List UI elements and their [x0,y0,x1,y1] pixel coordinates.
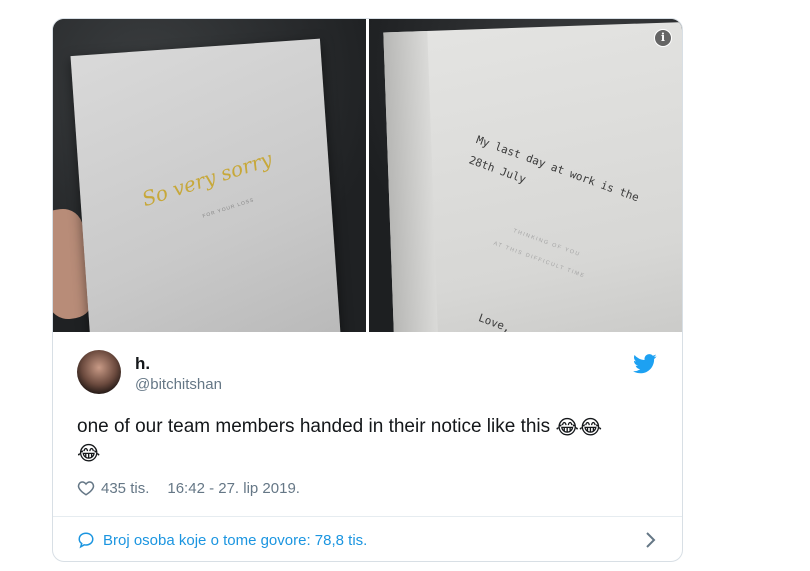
handwritten-signoff: Love, [476,311,513,332]
info-icon[interactable]: i [654,29,672,47]
sympathy-card-inside: My last day at work is the 28th July THI… [383,21,682,332]
twitter-bird-icon[interactable] [633,354,657,374]
tweet-text: one of our team members handed in their … [77,414,657,466]
author-handle[interactable]: @bitchitshan [135,376,222,393]
timestamp[interactable]: 16:42 - 27. lip 2019. [167,480,300,497]
tweet-meta: 435 tis. 16:42 - 27. lip 2019. [77,479,300,497]
author-name[interactable]: h. [135,354,150,374]
printed-line-2: AT THIS DIFFICULT TIME [492,240,586,280]
comment-icon [78,532,94,549]
divider [53,516,682,517]
heart-icon[interactable] [77,479,95,497]
tweet-header: h. @bitchitshan [77,350,657,400]
like-count[interactable]: 435 tis. [101,480,149,497]
chevron-right-icon[interactable] [643,531,657,549]
conversation-link[interactable]: Broj osoba koje o tome govore: 78,8 tis. [77,525,657,555]
tweet-body: one of our team members handed in their … [77,416,551,437]
laughing-crying-emoji-pair: 😂😂 [555,417,603,439]
embedded-tweet-card[interactable]: So very sorry FOR YOUR LOSS My last day … [52,18,683,562]
photo-card-inside[interactable]: My last day at work is the 28th July THI… [369,19,682,332]
sympathy-card-cover: So very sorry FOR YOUR LOSS [70,38,342,332]
conversation-count[interactable]: Broj osoba koje o tome govore: 78,8 tis. [103,532,367,549]
card-subtitle: FOR YOUR LOSS [201,197,256,220]
laughing-crying-emoji: 😂 [77,443,101,465]
photo-card-front[interactable]: So very sorry FOR YOUR LOSS [53,19,366,332]
tweet-media[interactable]: So very sorry FOR YOUR LOSS My last day … [53,19,682,332]
card-fold [383,30,439,332]
avatar[interactable] [77,350,121,394]
